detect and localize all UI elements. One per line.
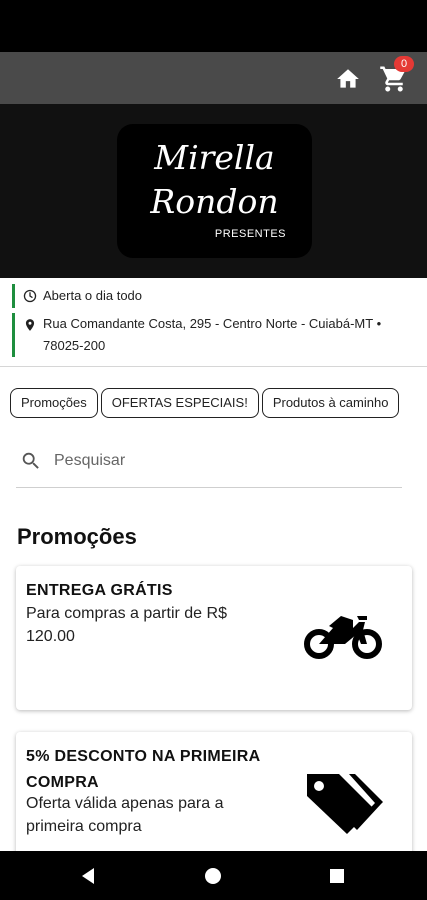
promo-card-free-delivery[interactable]: ENTREGA GRÁTIS Para compras a partir de … bbox=[16, 566, 412, 710]
chip-produtos-a-caminho[interactable]: Produtos à caminho bbox=[261, 388, 400, 418]
cart-count-badge: 0 bbox=[394, 56, 414, 72]
system-nav-bar bbox=[0, 851, 427, 900]
promotions-title: Promoções bbox=[17, 524, 137, 549]
promo-title: ENTREGA GRÁTIS bbox=[26, 582, 173, 599]
app-bar bbox=[0, 52, 427, 104]
location-pin-icon bbox=[25, 319, 35, 331]
chip-promocoes[interactable]: Promoções bbox=[10, 388, 98, 418]
home-icon[interactable] bbox=[334, 66, 362, 92]
logo-name-line2: Rondon bbox=[150, 182, 279, 221]
motorcycle-icon bbox=[304, 616, 382, 659]
store-address: Rua Comandante Costa, 295 - Centro Norte… bbox=[12, 313, 427, 357]
status-bar bbox=[0, 0, 427, 52]
logo-tagline: PRESENTES bbox=[214, 228, 286, 240]
promo-title: 5% DESCONTO NA PRIMEIRA COMPRA bbox=[26, 748, 260, 791]
tags-icon bbox=[307, 774, 383, 834]
recent-apps-icon[interactable] bbox=[326, 865, 348, 887]
store-hours: Aberta o dia todo bbox=[12, 284, 427, 308]
promo-description: Oferta válida apenas para a primeira com… bbox=[26, 795, 224, 835]
divider bbox=[0, 366, 427, 367]
clock-icon bbox=[23, 289, 37, 303]
store-banner: Mirella Rondon PRESENTES bbox=[0, 104, 427, 278]
store-address-text: Rua Comandante Costa, 295 - Centro Norte… bbox=[43, 316, 382, 353]
store-logo: Mirella Rondon PRESENTES bbox=[117, 124, 312, 258]
chip-ofertas-especiais[interactable]: OFERTAS ESPECIAIS! bbox=[100, 388, 259, 418]
logo-name-line1: Mirella bbox=[154, 138, 275, 177]
search-icon bbox=[22, 452, 39, 469]
category-chips: Promoções OFERTAS ESPECIAIS! Produtos à ca… bbox=[10, 388, 427, 418]
home-circle-icon[interactable] bbox=[202, 865, 224, 887]
promo-description: Para compras a partir de R$ 120.00 bbox=[26, 605, 227, 645]
back-icon[interactable] bbox=[78, 865, 100, 887]
store-hours-text: Aberta o dia todo bbox=[43, 288, 143, 303]
search-bar bbox=[16, 444, 402, 488]
search-input[interactable] bbox=[54, 448, 384, 474]
